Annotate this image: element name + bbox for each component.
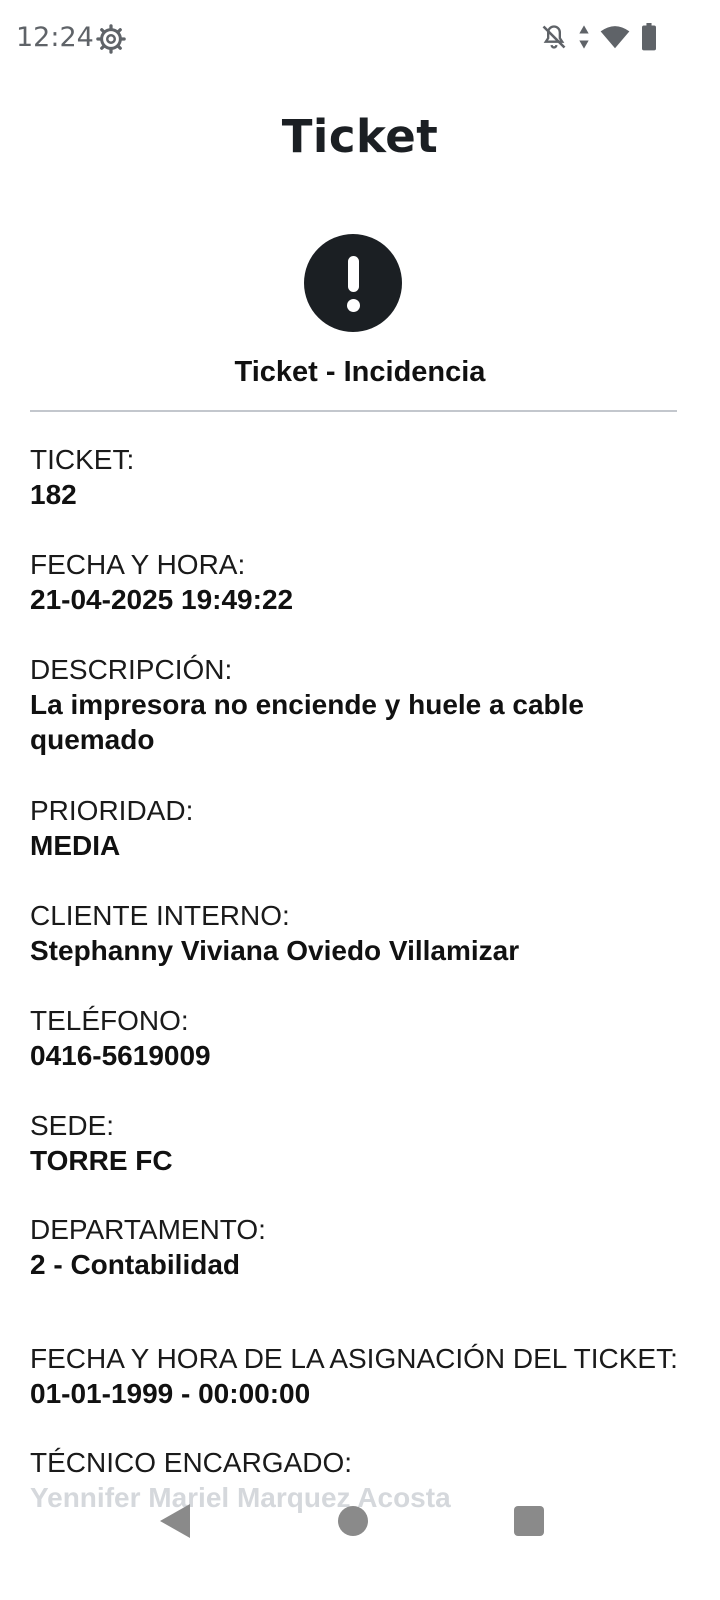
- field-site: SEDE: TORRE FC: [30, 1108, 690, 1178]
- field-datetime: FECHA Y HORA: 21-04-2025 19:49:22: [30, 547, 690, 617]
- field-label: PRIORIDAD:: [30, 795, 194, 826]
- field-client: CLIENTE INTERNO: Stephanny Viviana Ovied…: [30, 898, 690, 968]
- field-label: FECHA Y HORA:: [30, 549, 246, 580]
- field-label: TÉCNICO ENCARGADO:: [30, 1447, 353, 1478]
- navigation-bar: [0, 1488, 720, 1558]
- field-phone: TELÉFONO: 0416-5619009: [30, 1003, 690, 1073]
- wifi-icon: [600, 26, 630, 49]
- battery-icon: [642, 23, 656, 51]
- field-value: Stephanny Viviana Oviedo Villamizar: [30, 935, 520, 966]
- status-icons: [540, 22, 658, 52]
- field-value: 2 - Contabilidad: [30, 1249, 240, 1280]
- page-title: Ticket: [281, 110, 439, 163]
- field-label: SEDE:: [30, 1110, 115, 1141]
- field-value: MEDIA: [30, 830, 121, 861]
- recents-square-icon[interactable]: [514, 1506, 544, 1536]
- back-triangle-icon[interactable]: [160, 1504, 190, 1538]
- settings-gear-icon: [96, 24, 126, 54]
- exclamation-circle-icon: [304, 234, 402, 332]
- field-assignment-datetime: FECHA Y HORA DE LA ASIGNACIÓN DEL TICKET…: [30, 1341, 690, 1411]
- home-circle-icon[interactable]: [338, 1506, 368, 1536]
- field-value: 21-04-2025 19:49:22: [30, 584, 294, 615]
- field-value: quemado: [30, 724, 155, 755]
- field-value: 0416-5619009: [30, 1040, 211, 1071]
- field-ticket: TICKET: 182: [30, 442, 690, 512]
- field-label: TICKET:: [30, 444, 135, 475]
- field-label: TELÉFONO:: [30, 1005, 189, 1036]
- field-label: DESCRIPCIÓN:: [30, 654, 233, 685]
- field-description: DESCRIPCIÓN: La impresora no enciende y …: [30, 652, 690, 757]
- field-priority: PRIORIDAD: MEDIA: [30, 793, 690, 863]
- field-label: CLIENTE INTERNO:: [30, 900, 290, 931]
- data-arrows-icon: [579, 25, 589, 49]
- status-time: 12:24: [16, 22, 94, 53]
- field-label: FECHA Y HORA DE LA ASIGNACIÓN DEL TICKET…: [30, 1343, 678, 1374]
- field-value: 01-01-1999 - 00:00:00: [30, 1378, 311, 1409]
- field-value: 182: [30, 479, 77, 510]
- field-department: DEPARTAMENTO: 2 - Contabilidad: [30, 1212, 690, 1282]
- field-value: TORRE FC: [30, 1145, 173, 1176]
- notifications-off-icon: [542, 25, 566, 49]
- divider: [30, 410, 677, 412]
- status-bar: 12:24: [0, 0, 720, 76]
- ticket-type-subtitle: Ticket - Incidencia: [234, 356, 486, 388]
- field-label: DEPARTAMENTO:: [30, 1214, 266, 1245]
- field-value: La impresora no enciende y huele a cable: [30, 689, 584, 720]
